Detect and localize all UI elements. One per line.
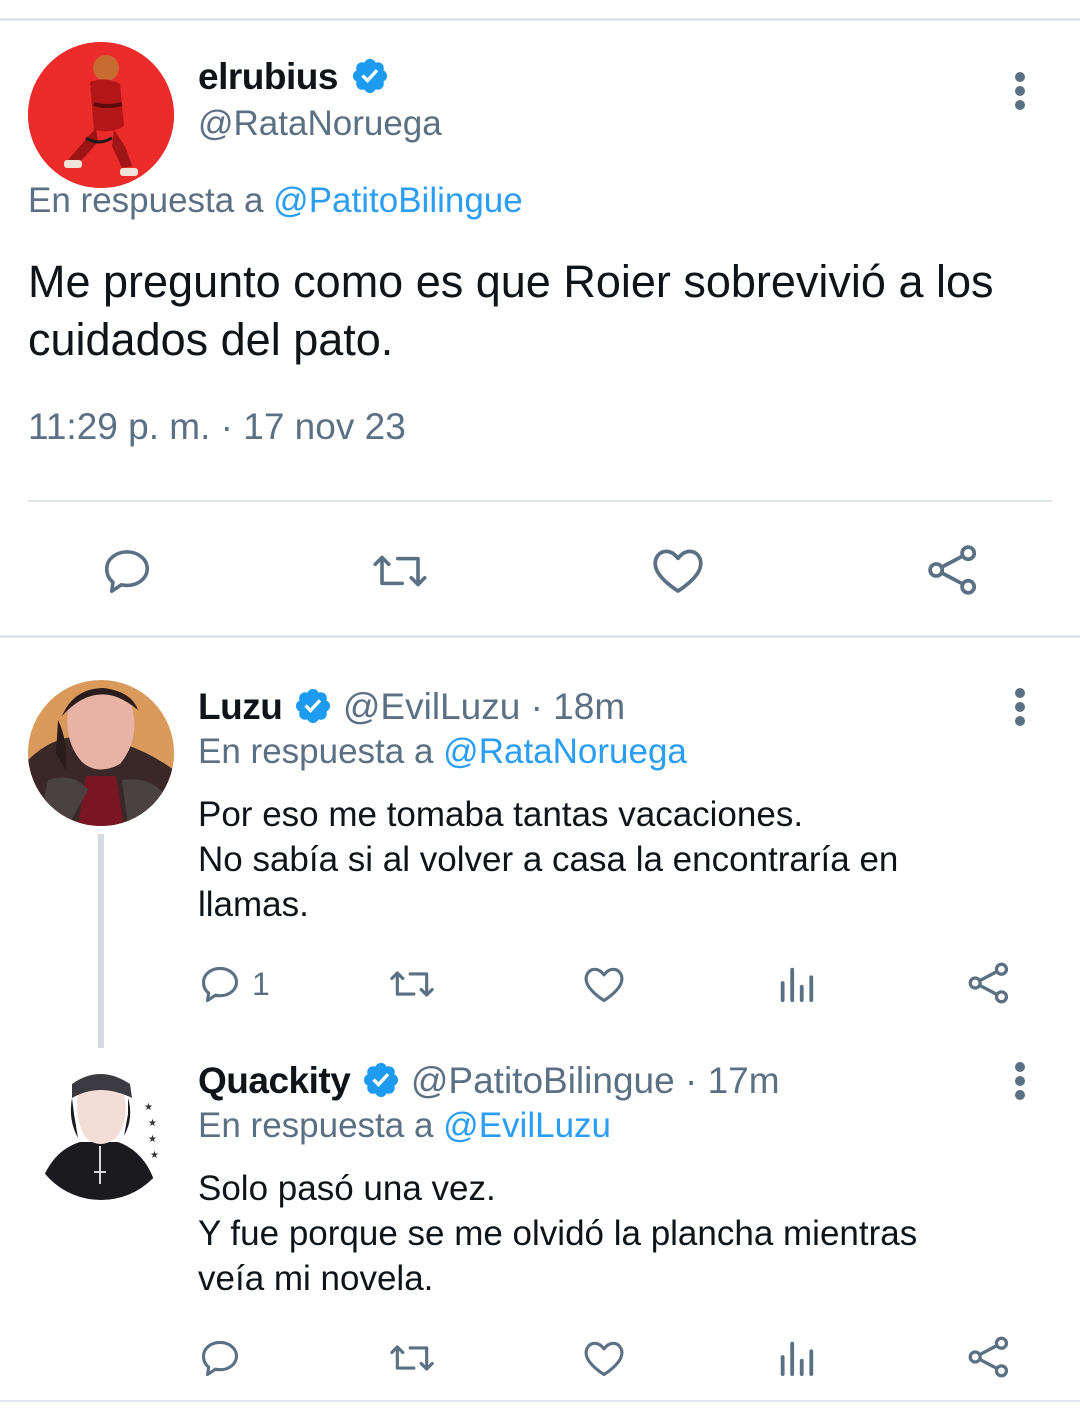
tweet-text-line: llamas.: [198, 885, 309, 924]
tweet-text-line: veía mi novela.: [198, 1259, 434, 1298]
author-handle[interactable]: @EvilLuzu: [343, 686, 520, 727]
reply-context: En respuesta a @RataNoruega: [198, 732, 687, 772]
avatar[interactable]: [28, 680, 174, 826]
tweet-age: · 17m: [684, 1060, 780, 1101]
tweet-text: Solo pasó una vez. Y fue porque se me ol…: [198, 1166, 1038, 1301]
like-icon[interactable]: [582, 1337, 626, 1379]
tweet-text: Por eso me tomaba tantas vacaciones. No …: [198, 792, 1038, 927]
more-options-icon[interactable]: [1000, 686, 1040, 746]
author-name[interactable]: Luzu: [198, 686, 283, 727]
author-name-text: elrubius: [198, 56, 338, 97]
svg-text:★: ★: [148, 1118, 157, 1129]
reply-count: 1: [252, 966, 270, 1002]
reply-header: Quackity @PatitoBilingue · 17m: [198, 1060, 780, 1102]
verified-badge-icon: [352, 59, 387, 94]
reply-tweet: Luzu @EvilLuzu · 18m En respuesta a @Rat…: [0, 638, 1080, 1048]
reply-context: En respuesta a @EvilLuzu: [198, 1106, 611, 1146]
reply-mention-link[interactable]: @PatitoBilingue: [273, 181, 523, 220]
tweet-text-line: No sabía si al volver a casa la encontra…: [198, 840, 899, 879]
reply-prefix: En respuesta a: [198, 732, 434, 771]
svg-text:★: ★: [150, 1150, 159, 1161]
tweet-text-line: Solo pasó una vez.: [198, 1169, 496, 1208]
retweet-icon[interactable]: [388, 1336, 436, 1380]
verified-badge-icon: [295, 689, 330, 724]
author-name[interactable]: Quackity: [198, 1060, 351, 1101]
share-icon[interactable]: [966, 960, 1012, 1006]
tweet-age: · 18m: [530, 686, 626, 727]
bottom-divider: [0, 1400, 1080, 1402]
analytics-icon[interactable]: [776, 1336, 816, 1378]
tweet-text: Me pregunto como es que Roier sobrevivió…: [28, 256, 994, 365]
share-icon[interactable]: [966, 1334, 1012, 1380]
thread-line: [98, 834, 104, 1048]
analytics-icon[interactable]: [776, 962, 816, 1004]
more-options-icon[interactable]: [1000, 70, 1040, 130]
reply-tweet: ★ ★ ★ ★ Quackity @PatitoBilingue · 17m En r…: [0, 1038, 1080, 1400]
avatar[interactable]: [28, 42, 174, 188]
svg-text:★: ★: [144, 1102, 153, 1113]
reply-mention-link[interactable]: @EvilLuzu: [443, 1106, 611, 1145]
reply-prefix: En respuesta a: [28, 181, 264, 220]
tweet-timestamp[interactable]: 11:29 p. m. · 17 nov 23: [28, 406, 406, 448]
verified-badge-icon: [363, 1063, 398, 1098]
divider: [28, 500, 1052, 502]
reply-icon[interactable]: [100, 544, 154, 598]
tweet-text-line: Y fue porque se me olvidó la plancha mie…: [198, 1214, 918, 1253]
reply-icon[interactable]: [198, 962, 242, 1006]
reply-context: En respuesta a @PatitoBilingue: [28, 181, 523, 221]
like-icon[interactable]: [582, 963, 626, 1005]
share-icon[interactable]: [925, 542, 981, 598]
author-name[interactable]: elrubius: [198, 56, 390, 98]
reply-header: Luzu @EvilLuzu · 18m: [198, 686, 625, 728]
author-handle[interactable]: @RataNoruega: [198, 104, 442, 144]
author-handle[interactable]: @PatitoBilingue: [411, 1060, 675, 1101]
tweet-text-line: Por eso me tomaba tantas vacaciones.: [198, 795, 804, 834]
retweet-icon[interactable]: [370, 544, 430, 598]
avatar[interactable]: ★ ★ ★ ★: [28, 1054, 174, 1200]
main-tweet: elrubius @RataNoruega En respuesta a @Pa…: [0, 0, 1080, 614]
more-options-icon[interactable]: [1000, 1060, 1040, 1120]
reply-icon[interactable]: [198, 1336, 242, 1380]
reply-prefix: En respuesta a: [198, 1106, 434, 1145]
like-icon[interactable]: [650, 544, 706, 596]
svg-text:★: ★: [148, 1134, 157, 1145]
retweet-icon[interactable]: [388, 962, 436, 1006]
reply-mention-link[interactable]: @RataNoruega: [443, 732, 687, 771]
